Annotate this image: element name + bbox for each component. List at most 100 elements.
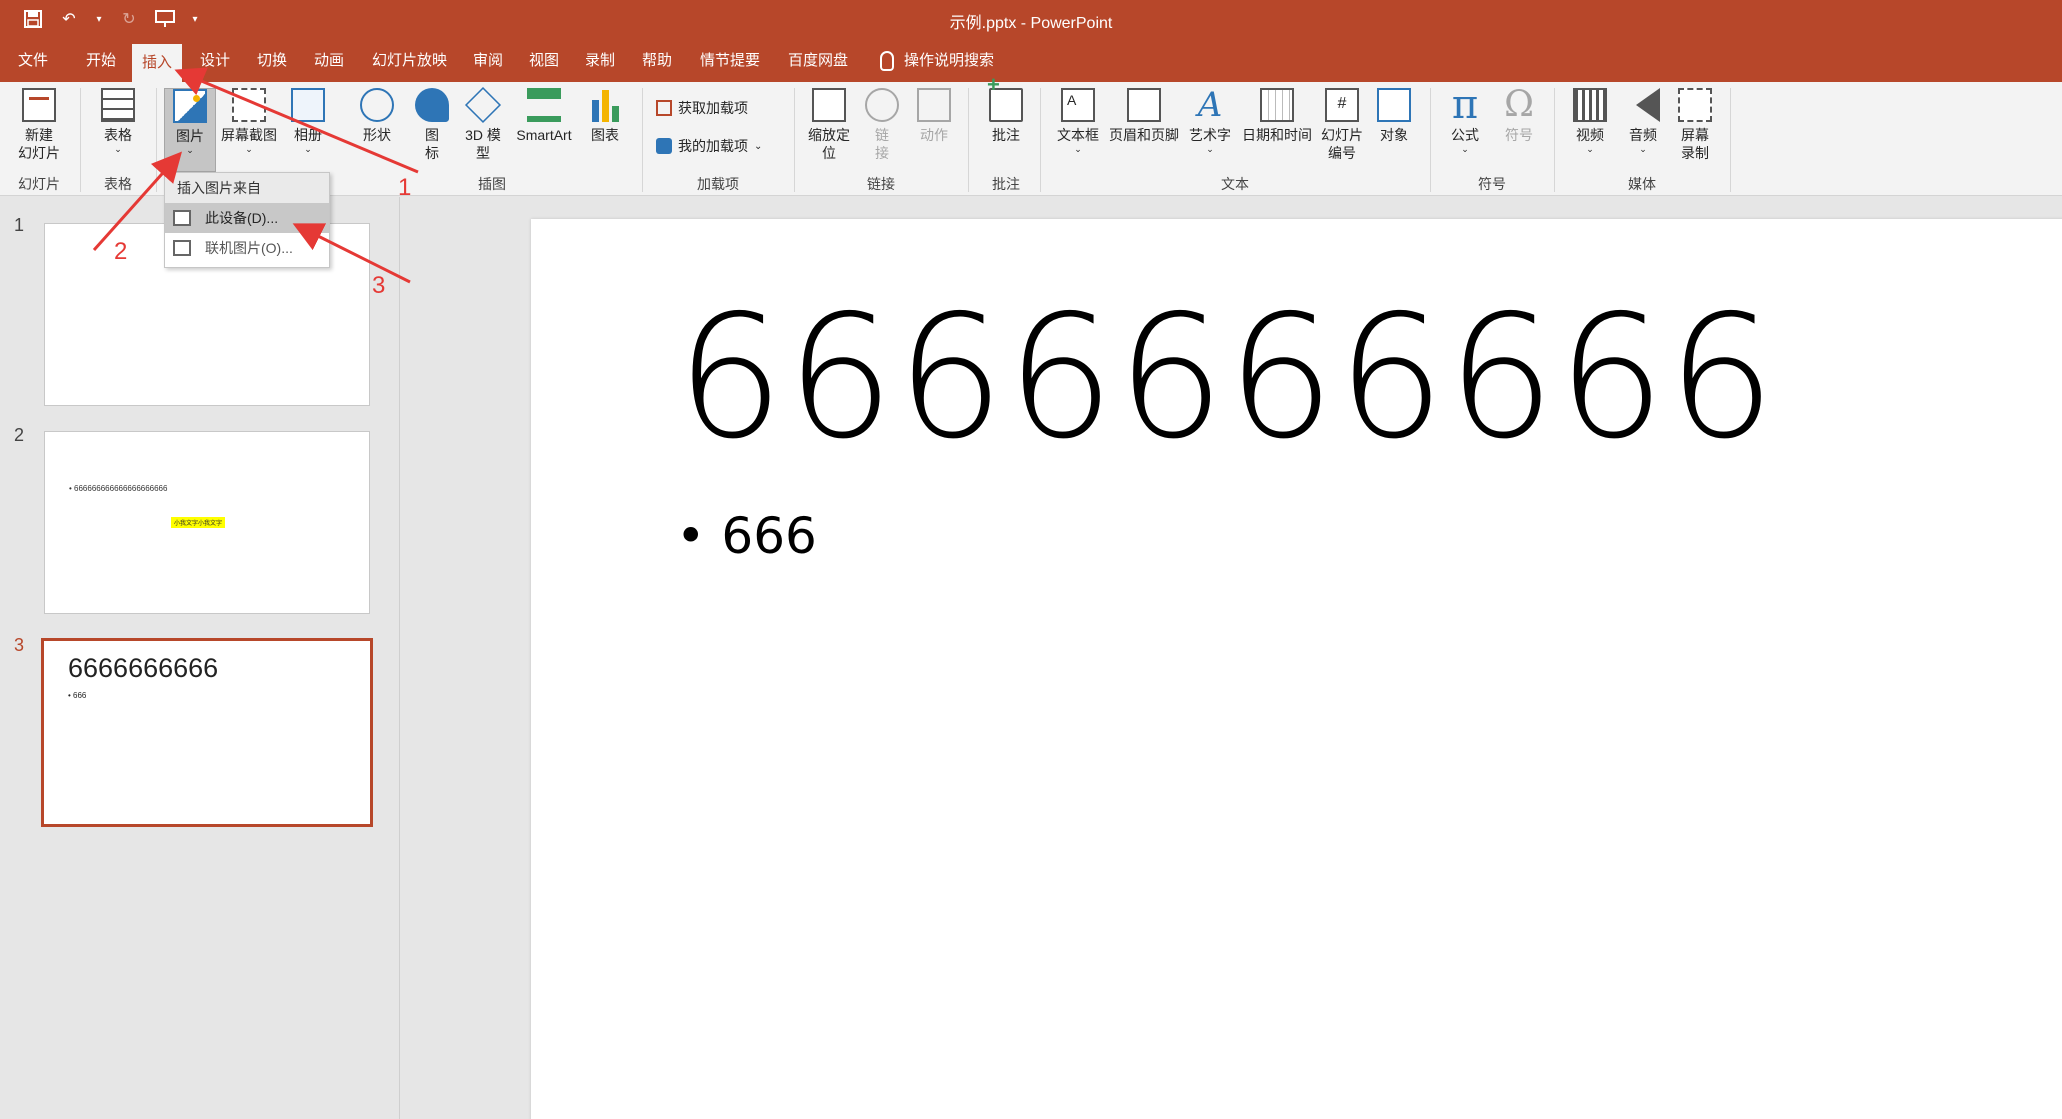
audio-button[interactable]: 音频 ⌄ xyxy=(1618,88,1668,154)
zoom-label: 缩放定 xyxy=(808,127,850,143)
header-footer-icon xyxy=(1127,88,1161,122)
dropdown-header: 插入图片来自 xyxy=(165,173,329,203)
chevron-down-icon: ⌄ xyxy=(114,144,122,154)
photo-album-button[interactable]: 相册 ⌄ xyxy=(284,88,332,154)
chevron-down-icon: ⌄ xyxy=(186,145,194,155)
group-label-illustrations: 插图 xyxy=(478,176,506,192)
slide-number-button[interactable]: # 幻灯片 编号 xyxy=(1316,88,1368,162)
shapes-button[interactable]: 形状 xyxy=(352,88,402,144)
slide-number-icon: # xyxy=(1325,88,1359,122)
group-label-addins: 加载项 xyxy=(697,176,739,192)
photo-album-label: 相册 xyxy=(294,127,322,143)
icons-button[interactable]: 图 标 xyxy=(410,88,454,162)
comment-label: 批注 xyxy=(992,127,1020,143)
slide-thumbnail-3[interactable]: 6666666666 • 666 xyxy=(41,638,373,827)
chevron-down-icon: ⌄ xyxy=(754,140,763,152)
date-time-label: 日期和时间 xyxy=(1242,127,1312,143)
symbol-button[interactable]: Ω 符号 xyxy=(1494,84,1544,144)
tab-transitions[interactable]: 切换 xyxy=(247,40,297,82)
smartart-button[interactable]: SmartArt xyxy=(510,88,578,144)
slide-thumbnail-2[interactable]: • 666666666666666666666 小我文字小我文字 xyxy=(44,431,370,614)
group-separator xyxy=(1554,88,1555,192)
my-addins-button[interactable]: 我的加载项 ⌄ xyxy=(656,136,762,156)
textbox-button[interactable]: A 文本框 ⌄ xyxy=(1050,88,1106,154)
object-label: 对象 xyxy=(1380,127,1408,143)
picture-button[interactable]: 图片 ⌄ xyxy=(164,88,216,172)
current-slide[interactable]: 6666666666 • 666 xyxy=(531,219,2062,1119)
online-pictures-item[interactable]: 联机图片(O)... xyxy=(165,233,329,263)
get-addins-button[interactable]: 获取加载项 xyxy=(656,98,748,118)
online-pictures-label: 联机图片(O)... xyxy=(205,240,293,256)
group-separator xyxy=(968,88,969,192)
wordart-label: 艺术字 xyxy=(1189,127,1231,143)
thumbnail-bullet-text: • 666 xyxy=(68,691,87,700)
slide-title[interactable]: 6666666666 xyxy=(676,279,1778,477)
slide-thumbnails-pane[interactable]: 1 2 • 666666666666666666666 小我文字小我文字 3 6… xyxy=(0,197,400,1119)
store-icon xyxy=(656,100,672,116)
chevron-down-icon: ⌄ xyxy=(1206,144,1214,154)
date-time-button[interactable]: 日期和时间 xyxy=(1238,88,1316,144)
tell-me-search[interactable]: 操作说明搜索 xyxy=(880,40,994,82)
action-button[interactable]: 动作 xyxy=(910,88,958,144)
tab-help[interactable]: 帮助 xyxy=(632,40,682,82)
object-icon xyxy=(1377,88,1411,122)
new-slide-label-2: 幻灯片 xyxy=(18,145,60,161)
screen-recording-button[interactable]: 屏幕 录制 xyxy=(1670,88,1720,162)
insert-picture-dropdown: 插入图片来自 此设备(D)... 联机图片(O)... xyxy=(164,172,330,268)
annotation-label-2: 2 xyxy=(114,238,128,265)
chart-button[interactable]: 图表 xyxy=(582,88,628,144)
slide-number: 2 xyxy=(14,425,25,445)
comment-button[interactable]: 批注 xyxy=(980,76,1032,144)
tab-design[interactable]: 设计 xyxy=(190,40,240,82)
tab-slideshow[interactable]: 幻灯片放映 xyxy=(362,40,457,82)
calendar-icon xyxy=(1260,88,1294,122)
screenshot-icon xyxy=(232,88,266,122)
shapes-label: 形状 xyxy=(363,127,391,143)
comment-icon xyxy=(987,76,1023,122)
chart-label: 图表 xyxy=(591,127,619,143)
chevron-down-icon: ⌄ xyxy=(1461,144,1469,154)
group-label-media: 媒体 xyxy=(1628,176,1656,192)
action-label: 动作 xyxy=(920,127,948,143)
3d-models-button[interactable]: 3D 模 型 xyxy=(458,86,508,162)
icons-icon xyxy=(415,88,449,122)
smartart-label: SmartArt xyxy=(516,127,572,143)
slide-number-label: 幻灯片 xyxy=(1321,127,1363,143)
tab-file[interactable]: 文件 xyxy=(8,40,58,82)
slide-bullet-text[interactable]: • 666 xyxy=(676,507,817,565)
tab-baidu-netdisk[interactable]: 百度网盘 xyxy=(778,40,858,82)
table-button[interactable]: 表格 ⌄ xyxy=(90,88,146,154)
online-picture-icon xyxy=(173,240,191,256)
3d-models-label-2: 型 xyxy=(476,145,490,161)
link-button[interactable]: 链 接 xyxy=(860,88,904,162)
video-label: 视频 xyxy=(1576,127,1604,143)
audio-label: 音频 xyxy=(1629,127,1657,143)
new-slide-button[interactable]: 新建 幻灯片 xyxy=(8,88,70,162)
zoom-button[interactable]: 缩放定 位 xyxy=(802,88,856,162)
header-footer-button[interactable]: 页眉和页脚 xyxy=(1106,88,1182,144)
wordart-button[interactable]: A 艺术字 ⌄ xyxy=(1184,88,1236,154)
ribbon-tabs: 文件 开始 插入 设计 切换 动画 幻灯片放映 审阅 视图 录制 帮助 情节提要… xyxy=(0,40,2062,82)
equation-button[interactable]: π 公式 ⌄ xyxy=(1440,85,1490,154)
video-button[interactable]: 视频 ⌄ xyxy=(1564,88,1616,154)
tab-insert[interactable]: 插入 xyxy=(132,44,183,82)
omega-icon: Ω xyxy=(1504,84,1534,125)
screen-recording-label: 屏幕 xyxy=(1681,127,1709,143)
tab-storyboard[interactable]: 情节提要 xyxy=(690,40,770,82)
group-label-slides: 幻灯片 xyxy=(18,176,60,192)
my-addins-label: 我的加载项 xyxy=(678,138,748,154)
window-title: 示例.pptx - PowerPoint xyxy=(949,15,1113,32)
tab-review[interactable]: 审阅 xyxy=(463,40,513,82)
tab-animations[interactable]: 动画 xyxy=(304,40,354,82)
photo-album-icon xyxy=(291,88,325,122)
object-button[interactable]: 对象 xyxy=(1372,88,1416,144)
tab-record[interactable]: 录制 xyxy=(575,40,625,82)
picture-icon xyxy=(173,89,207,123)
tab-view[interactable]: 视图 xyxy=(519,40,569,82)
screen-recording-icon xyxy=(1678,88,1712,122)
insert-from-device-item[interactable]: 此设备(D)... xyxy=(165,203,329,233)
link-label-2: 接 xyxy=(875,145,889,161)
thumbnail-bullet-text: • 666666666666666666666 xyxy=(69,484,168,493)
tab-home[interactable]: 开始 xyxy=(76,40,126,82)
screenshot-button[interactable]: 屏幕截图 ⌄ xyxy=(218,88,280,154)
